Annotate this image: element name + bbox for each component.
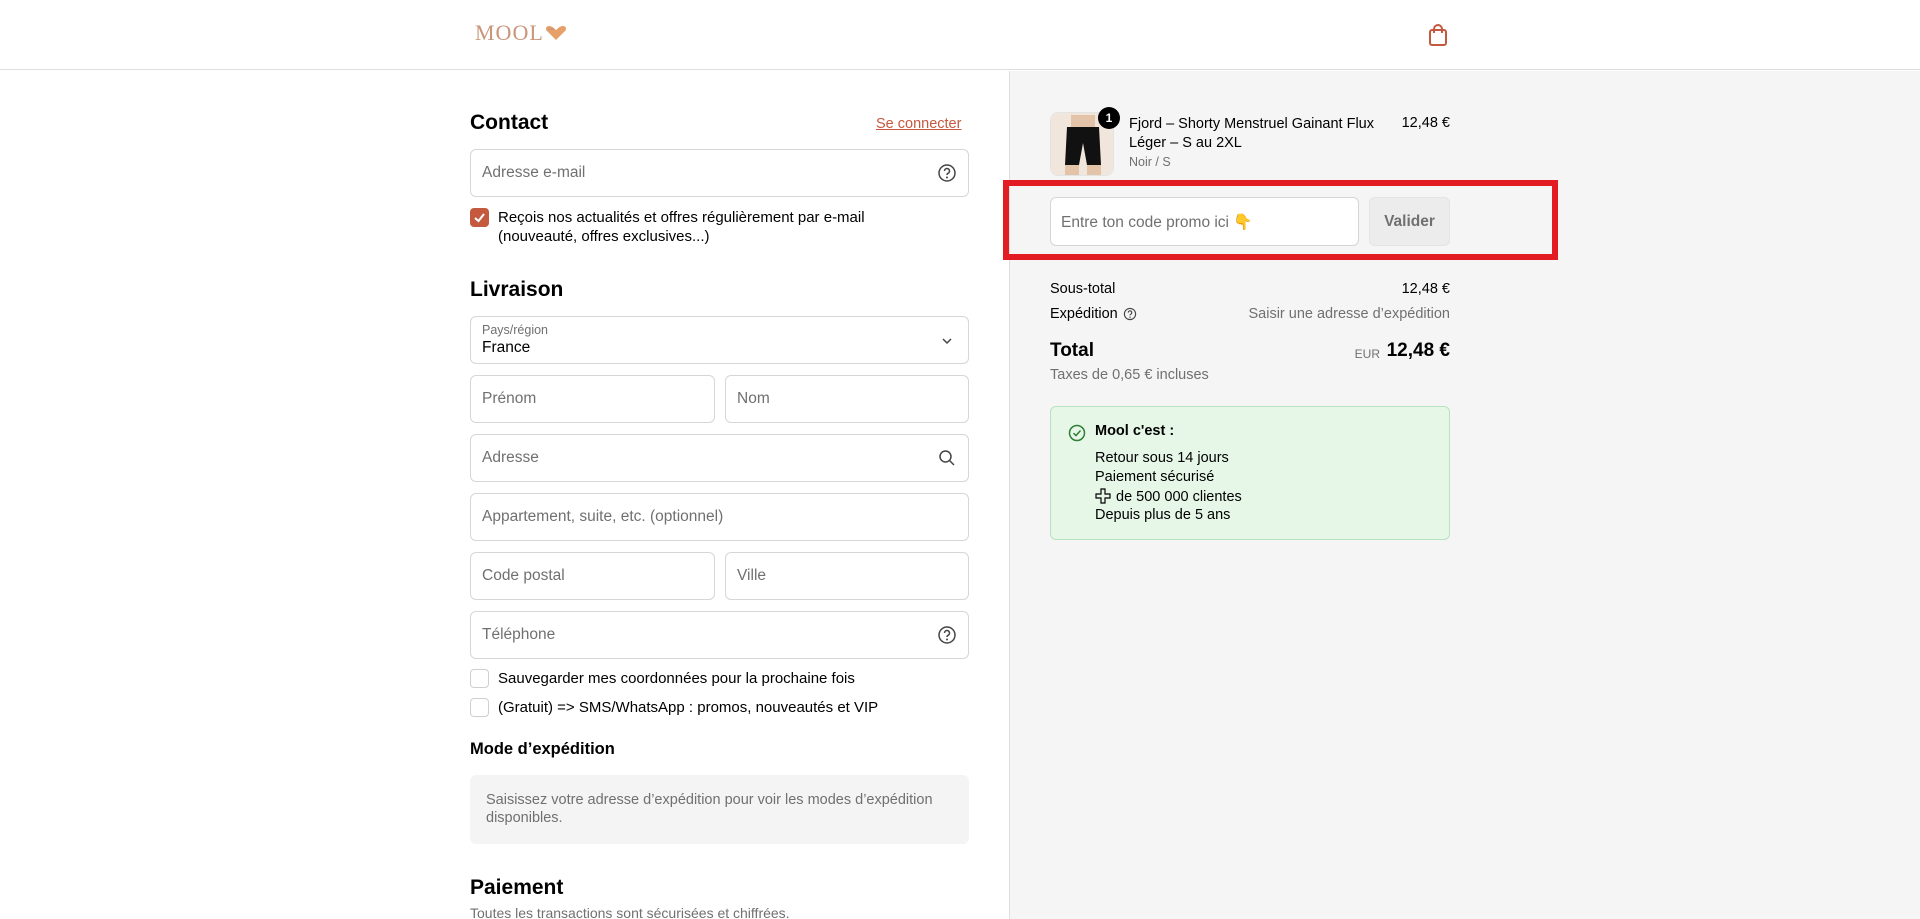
apartment-field[interactable]: Appartement, suite, etc. (optionnel)	[470, 493, 969, 541]
check-icon	[474, 213, 485, 223]
payment-subtitle: Toutes les transactions sont sécurisées …	[470, 905, 790, 919]
city-field[interactable]: Ville	[725, 552, 969, 600]
subtotal-value: 12,48 €	[1401, 281, 1450, 297]
sms-optin-label: (Gratuit) => SMS/WhatsApp : promos, nouv…	[498, 699, 879, 716]
sms-optin-checkbox[interactable]	[470, 698, 489, 717]
help-icon[interactable]	[1123, 307, 1137, 321]
help-icon[interactable]	[937, 625, 957, 645]
subtotal-label: Sous-total	[1050, 281, 1116, 297]
payment-title: Paiement	[470, 876, 564, 899]
mool-benefits-box: Mool c'est : Retour sous 14 jours Paieme…	[1050, 406, 1450, 540]
benefit-returns: Retour sous 14 jours	[1095, 450, 1229, 466]
apartment-placeholder: Appartement, suite, etc. (optionnel)	[482, 508, 724, 525]
shipping-method-notice: Saisissez votre adresse d’expédition pou…	[470, 775, 969, 844]
logo-text: MOOL	[475, 20, 544, 45]
phone-field[interactable]: Téléphone	[470, 611, 969, 659]
mool-box-title: Mool c'est :	[1095, 423, 1175, 439]
address-placeholder: Adresse	[482, 449, 539, 466]
delivery-title: Livraison	[470, 278, 564, 301]
save-info-checkbox[interactable]	[470, 669, 489, 688]
search-icon	[939, 450, 955, 466]
login-link[interactable]: Se connecter	[876, 116, 961, 132]
phone-placeholder: Téléphone	[482, 626, 556, 643]
total-value: 12,48 €	[1386, 340, 1450, 361]
logo[interactable]: MOOL	[475, 20, 567, 46]
shipping-label-row: Expédition	[1050, 306, 1137, 322]
last-name-field[interactable]: Nom	[725, 375, 969, 423]
newsletter-label: Reçois nos actualités et offres régulièr…	[498, 209, 865, 245]
country-label: Pays/région	[482, 323, 549, 337]
promo-code-input[interactable]: Entre ton code promo ici 👇	[1050, 197, 1359, 246]
benefit-customers: de 500 000 clientes	[1095, 488, 1242, 505]
heart-icon	[545, 26, 566, 40]
address-field[interactable]: Adresse	[470, 434, 969, 482]
product-variant: Noir / S	[1129, 155, 1171, 169]
total-currency: EUR	[1354, 347, 1380, 361]
contact-title: Contact	[470, 111, 549, 134]
email-placeholder: Adresse e-mail	[482, 164, 586, 181]
plus-icon	[1095, 488, 1111, 504]
postal-code-field[interactable]: Code postal	[470, 552, 715, 600]
product-name: Fjord – Shorty Menstruel Gainant Flux Lé…	[1129, 116, 1374, 151]
site-header: MOOL	[0, 0, 1920, 70]
chevron-down-icon	[942, 338, 952, 345]
promo-code-placeholder: Entre ton code promo ici 👇	[1061, 214, 1253, 231]
first-name-placeholder: Prénom	[482, 390, 537, 407]
first-name-field[interactable]: Prénom	[470, 375, 715, 423]
email-field[interactable]: Adresse e-mail	[470, 149, 969, 197]
shipping-label: Expédition	[1050, 306, 1118, 322]
product-price: 12,48 €	[1401, 115, 1450, 131]
shipping-value: Saisir une adresse d’expédition	[1248, 306, 1450, 322]
save-info-label: Sauvegarder mes coordonnées pour la proc…	[498, 670, 855, 687]
quantity-badge: 1	[1098, 107, 1120, 129]
last-name-placeholder: Nom	[737, 390, 770, 407]
total-label: Total	[1050, 340, 1094, 361]
help-icon[interactable]	[937, 163, 957, 183]
benefit-customers-text: de 500 000 clientes	[1116, 489, 1242, 505]
validate-promo-button[interactable]: Valider	[1369, 197, 1450, 246]
country-select[interactable]: Pays/région France	[470, 316, 969, 364]
shipping-method-title: Mode d’expédition	[470, 740, 615, 758]
check-circle-icon	[1068, 424, 1086, 442]
benefit-secure-payment: Paiement sécurisé	[1095, 469, 1215, 485]
shopping-bag-icon[interactable]	[1427, 23, 1449, 47]
tax-note: Taxes de 0,65 € incluses	[1050, 367, 1209, 383]
postal-code-placeholder: Code postal	[482, 567, 565, 584]
newsletter-checkbox[interactable]	[470, 208, 489, 227]
city-placeholder: Ville	[737, 567, 767, 584]
country-value: France	[482, 339, 531, 356]
benefit-years: Depuis plus de 5 ans	[1095, 507, 1231, 523]
